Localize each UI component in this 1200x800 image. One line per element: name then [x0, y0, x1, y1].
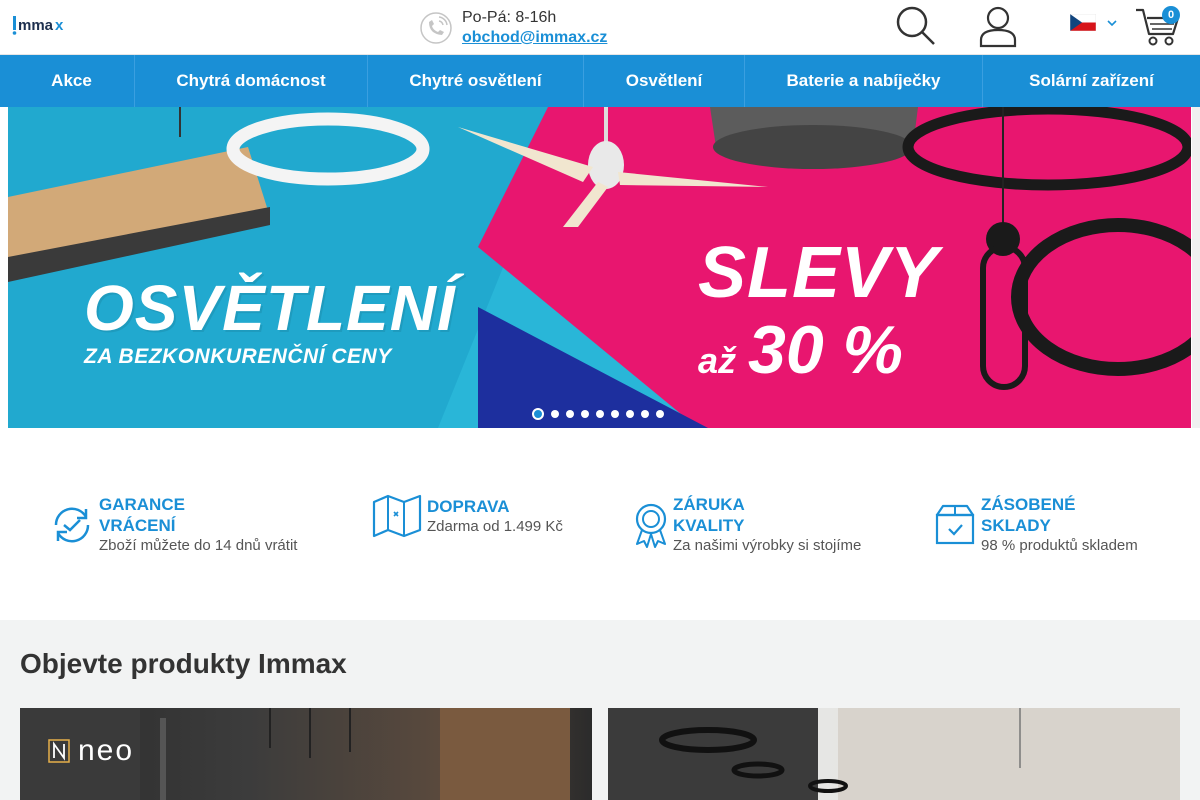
- site-header: mma x Po-Pá: 8-16h obchod@immax.cz 0: [0, 0, 1200, 55]
- benefit-text: Zboží můžete do 14 dnů vrátit: [99, 537, 298, 554]
- nav-item-akce[interactable]: Akce: [9, 55, 134, 107]
- benefit-title: ZÁRUKA: [673, 495, 745, 514]
- opening-hours: Po-Pá: 8-16h: [462, 9, 557, 26]
- award-icon: [635, 503, 667, 548]
- slider-dot-9[interactable]: [656, 410, 664, 418]
- flag-cz-icon: [1070, 14, 1096, 31]
- hero-sale: SLEVY až 30 %: [698, 235, 939, 389]
- nav-item-baterie[interactable]: Baterie a nabíječky: [744, 55, 982, 107]
- benefit-text: Za našimi výrobky si stojíme: [673, 537, 862, 554]
- box-check-icon: [935, 504, 975, 545]
- slider-dot-2[interactable]: [551, 410, 559, 418]
- sale-prefix: až: [698, 340, 737, 381]
- chevron-down-icon: [1107, 19, 1117, 26]
- cart-count-badge: 0: [1162, 6, 1180, 24]
- slider-dot-4[interactable]: [581, 410, 589, 418]
- benefit-return: GARANCE VRÁCENÍ Zboží můžete do 14 dnů v…: [50, 494, 297, 556]
- benefit-stock: ZÁSOBENÉ SKLADY 98 % produktů skladem: [934, 494, 1138, 556]
- slider-dot-6[interactable]: [611, 410, 619, 418]
- slider-edge: [1192, 107, 1200, 428]
- map-icon: [372, 494, 422, 538]
- benefit-title: GARANCE: [99, 495, 185, 514]
- product-card-lighting[interactable]: [608, 708, 1180, 800]
- slider-dot-1[interactable]: [532, 408, 544, 420]
- user-icon[interactable]: [976, 4, 1020, 48]
- hero-background: [8, 107, 1191, 428]
- immax-logo[interactable]: mma x: [12, 12, 68, 38]
- neo-brand-text: neo: [78, 734, 135, 767]
- nav-item-solarni[interactable]: Solární zařízení: [982, 55, 1200, 107]
- svg-text:x: x: [55, 17, 64, 34]
- card-image-interior-light: [608, 708, 1180, 800]
- nav-item-osvetleni[interactable]: Osvětlení: [583, 55, 744, 107]
- search-icon[interactable]: [894, 4, 938, 48]
- sale-value: 30 %: [748, 312, 904, 388]
- products-section: Objevte produkty Immax neo: [0, 620, 1200, 800]
- neo-brand: neo: [48, 734, 134, 768]
- slider-dot-7[interactable]: [626, 410, 634, 418]
- benefit-text: 98 % produktů skladem: [981, 537, 1138, 554]
- phone-icon: [420, 12, 452, 44]
- language-selector[interactable]: [1070, 14, 1118, 31]
- nav-item-chytra-domacnost[interactable]: Chytrá domácnost: [134, 55, 367, 107]
- benefit-shipping: DOPRAVA Zdarma od 1.499 Kč: [372, 494, 563, 538]
- nav-item-chytre-osvetleni[interactable]: Chytré osvětlení: [367, 55, 583, 107]
- benefit-title: ZÁSOBENÉ: [981, 495, 1076, 514]
- email-link[interactable]: obchod@immax.cz: [462, 29, 607, 46]
- benefit-title-2: VRÁCENÍ: [99, 516, 176, 535]
- benefit-quality: ZÁRUKA KVALITY Za našimi výrobky si stoj…: [634, 494, 861, 556]
- slider-dot-3[interactable]: [566, 410, 574, 418]
- neo-logo-icon: [48, 739, 70, 763]
- benefit-text: Zdarma od 1.499 Kč: [427, 517, 563, 535]
- benefit-title-2: SKLADY: [981, 516, 1051, 535]
- hero-title: OSVĚTLENÍ: [84, 272, 456, 344]
- benefit-title-2: KVALITY: [673, 516, 745, 535]
- main-navigation: Akce Chytrá domácnost Chytré osvětlení O…: [0, 55, 1200, 107]
- hero-subtitle: ZA BEZKONKURENČNÍ CENY: [84, 345, 392, 368]
- benefits-bar: GARANCE VRÁCENÍ Zboží můžete do 14 dnů v…: [0, 428, 1200, 620]
- hero-headline: OSVĚTLENÍ ZA BEZKONKURENČNÍ CENY: [84, 273, 456, 369]
- svg-text:mma: mma: [18, 17, 54, 34]
- slider-dot-5[interactable]: [596, 410, 604, 418]
- section-heading: Objevte produkty Immax: [20, 648, 347, 679]
- slider-dot-8[interactable]: [641, 410, 649, 418]
- slider-dots: [532, 408, 664, 420]
- contact-info: Po-Pá: 8-16h obchod@immax.cz: [420, 6, 607, 50]
- benefit-title: DOPRAVA: [427, 496, 510, 516]
- hero-banner[interactable]: OSVĚTLENÍ ZA BEZKONKURENČNÍ CENY SLEVY a…: [8, 107, 1191, 428]
- product-card-neo[interactable]: neo: [20, 708, 592, 800]
- sale-title: SLEVY: [698, 233, 940, 313]
- refresh-icon: [54, 507, 90, 543]
